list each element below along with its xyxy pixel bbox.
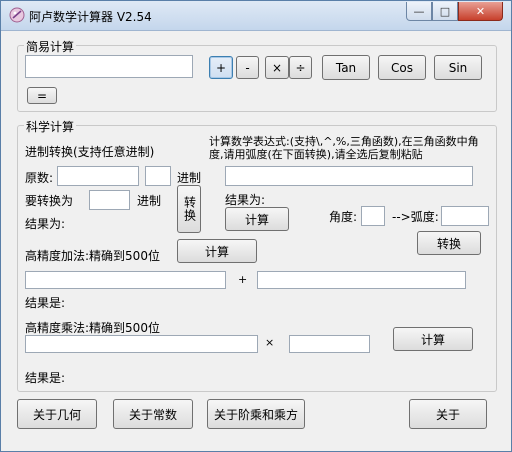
science-calc-group-label: 科学计算 <box>24 118 77 135</box>
multiply-calc-button[interactable]: 计算 <box>393 327 473 351</box>
about-factorial-button[interactable]: 关于阶乘和乘方 <box>207 399 305 429</box>
close-button[interactable]: ✕ <box>458 2 503 21</box>
radian-label: -->弧度: <box>392 210 439 224</box>
sin-button[interactable]: Sin <box>434 55 482 80</box>
original-number-label: 原数: <box>25 171 54 185</box>
add-operand-a-input[interactable] <box>25 271 226 289</box>
title-bar: 阿卢数学计算器 V2.54 — □ ✕ <box>1 1 511 31</box>
multiply-operand-b-input[interactable] <box>289 335 370 353</box>
plus-button[interactable]: + <box>209 56 233 79</box>
angle-label: 角度: <box>329 210 358 224</box>
about-button[interactable]: 关于 <box>409 399 487 429</box>
multiply-operator: × <box>265 336 275 349</box>
base-convert-button[interactable]: 转换 <box>177 185 201 233</box>
add-calc-button[interactable]: 计算 <box>177 239 257 263</box>
add-operator: + <box>238 273 248 286</box>
divide-button[interactable]: ÷ <box>289 56 312 79</box>
original-number-input[interactable] <box>57 166 139 186</box>
minus-button[interactable]: - <box>236 56 259 79</box>
simple-calc-group-label: 简易计算 <box>24 38 77 55</box>
target-base-suffix: 进制 <box>137 194 162 208</box>
maximize-icon: □ <box>439 4 451 18</box>
original-base-input[interactable] <box>145 166 171 186</box>
radian-input[interactable] <box>441 206 489 226</box>
main-window: 阿卢数学计算器 V2.54 — □ ✕ 简易计算 + - × ÷ Tan Cos… <box>0 0 512 452</box>
expression-title: 计算数学表达式:(支持\,^,%,三角函数),在三角函数中角度,请用弧度(在下面… <box>209 135 479 161</box>
window-title: 阿卢数学计算器 V2.54 <box>29 10 152 24</box>
multiply-result-label: 结果是: <box>25 371 66 385</box>
maximize-button[interactable]: □ <box>432 2 458 21</box>
angle-convert-button[interactable]: 转换 <box>417 231 481 255</box>
target-base-label: 要转换为 <box>25 194 74 208</box>
expression-calc-button[interactable]: 计算 <box>225 207 289 231</box>
about-constants-button[interactable]: 关于常数 <box>113 399 193 429</box>
multiply-title: 高精度乘法:精确到500位 <box>25 321 160 335</box>
expression-input[interactable] <box>225 166 473 186</box>
minimize-icon: — <box>413 4 425 18</box>
target-base-input[interactable] <box>89 190 130 210</box>
times-button[interactable]: × <box>265 56 289 79</box>
add-result-label: 结果是: <box>25 296 66 310</box>
about-geometry-button[interactable]: 关于几何 <box>17 399 97 429</box>
multiply-operand-a-input[interactable] <box>25 335 258 353</box>
add-operand-b-input[interactable] <box>257 271 466 289</box>
equals-button[interactable]: = <box>27 87 57 104</box>
calculator-icon <box>9 7 25 23</box>
base-convert-title: 进制转换(支持任意进制) <box>25 145 155 159</box>
add-title: 高精度加法:精确到500位 <box>25 249 160 263</box>
base-result-label: 结果为: <box>25 217 66 231</box>
close-icon: ✕ <box>475 4 486 18</box>
original-base-suffix: 进制 <box>177 171 202 185</box>
tan-button[interactable]: Tan <box>322 55 370 80</box>
expression-result-label: 结果为: <box>225 193 266 207</box>
minimize-button[interactable]: — <box>406 2 432 21</box>
simple-input[interactable] <box>25 55 193 78</box>
cos-button[interactable]: Cos <box>378 55 426 80</box>
angle-input[interactable] <box>361 206 385 226</box>
